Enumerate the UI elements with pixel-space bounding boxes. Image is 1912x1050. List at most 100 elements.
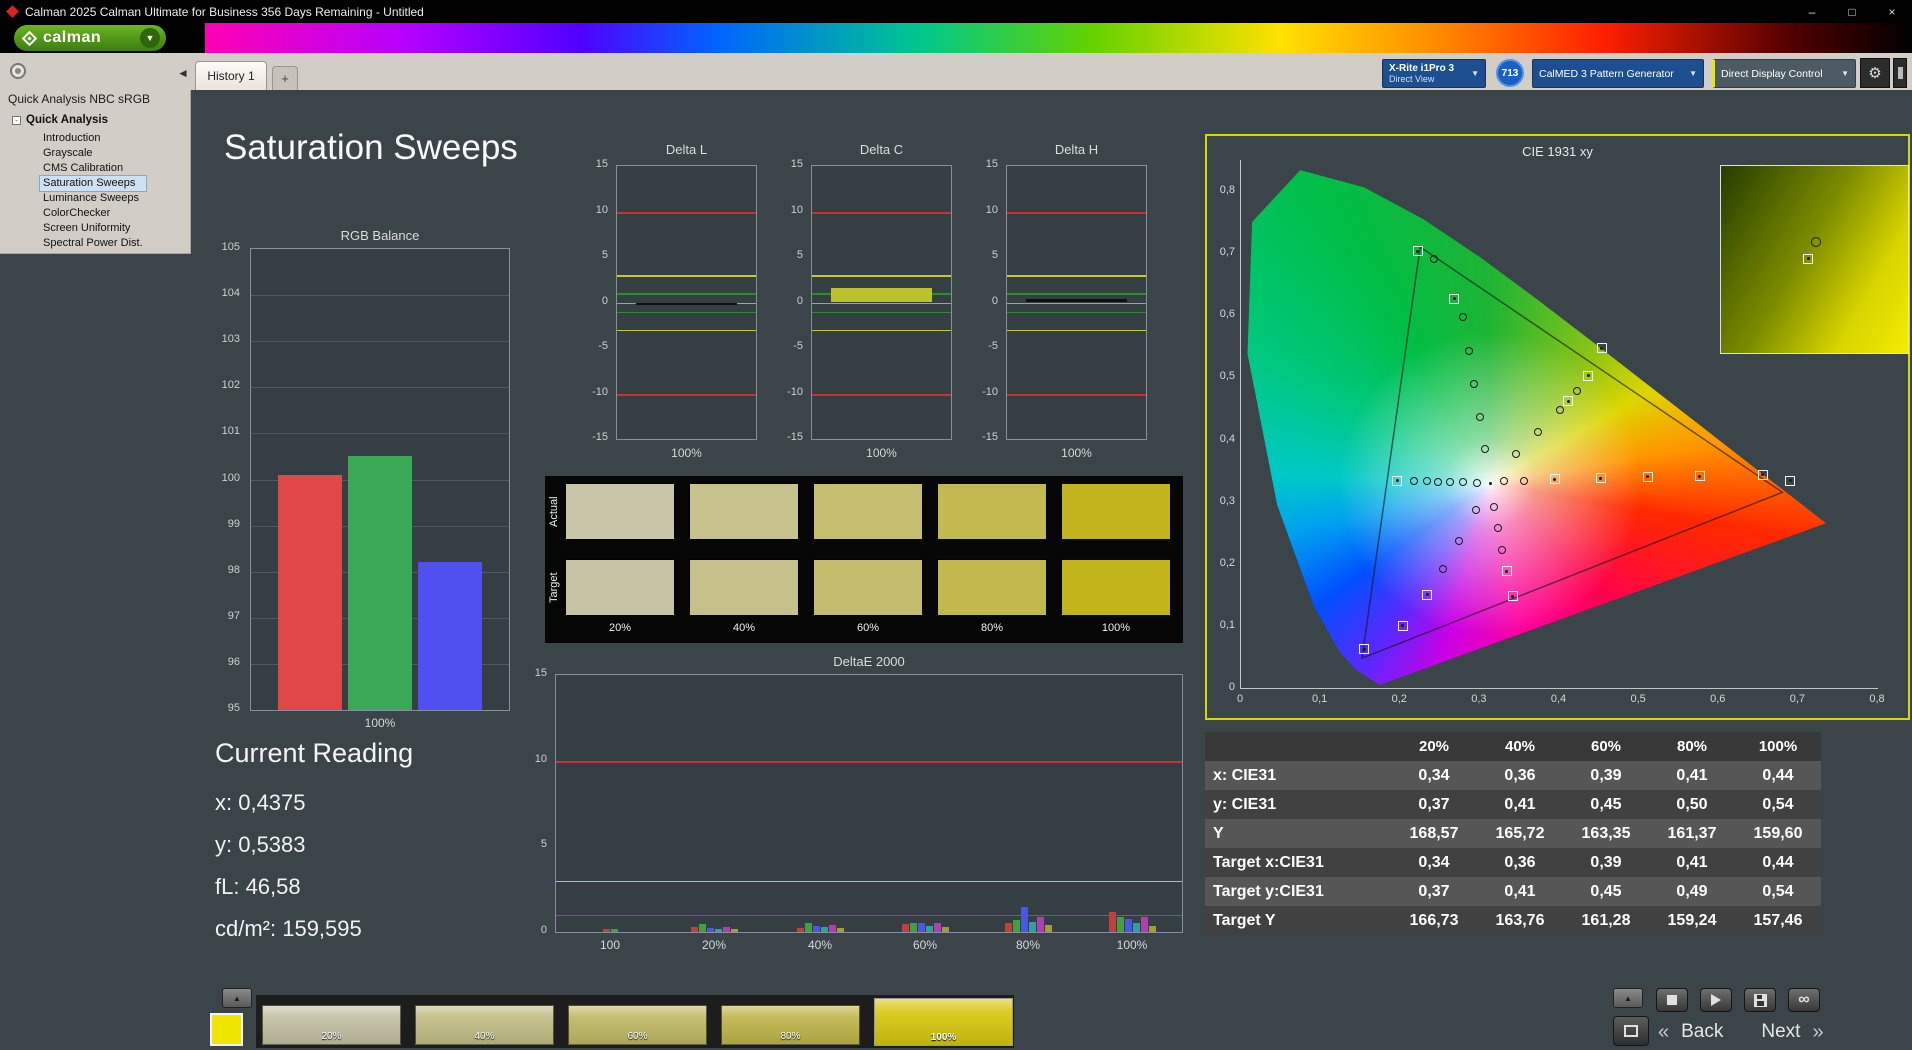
table-cell: 168,57 <box>1409 824 1459 842</box>
table-cell: 0,41 <box>1504 795 1536 813</box>
sidebar-item-screen-uniformity[interactable]: Screen Uniformity <box>40 221 146 236</box>
sidebar-item-introduction[interactable]: Introduction <box>40 131 146 146</box>
pattern-window-expand-button[interactable]: ▲ <box>222 988 252 1008</box>
measured-point <box>1472 479 1481 487</box>
deltae-bar <box>603 929 610 932</box>
measured-point <box>1490 502 1499 511</box>
stop-button[interactable] <box>1656 988 1688 1012</box>
y-tick-label: 0,3 <box>1219 494 1235 507</box>
delta-l-x-label: 100% <box>671 446 702 460</box>
deltae-bar <box>611 928 618 932</box>
display-control-dropdown[interactable]: Direct Display Control ▼ <box>1712 59 1856 88</box>
table-column-header: 60% <box>1590 738 1622 755</box>
chevron-down-icon: ▼ <box>1689 69 1697 78</box>
deltae-bar <box>723 926 730 932</box>
pattern-patch-40%[interactable]: 40% <box>415 1005 554 1045</box>
settings-button[interactable]: ⚙ <box>1860 58 1890 88</box>
table-row-label: Target x:CIE31 <box>1213 853 1324 871</box>
app-icon <box>6 5 19 18</box>
rgb-bar-red <box>278 474 342 710</box>
x-tick-label: 80% <box>1015 938 1041 952</box>
tree-expander-icon[interactable]: - <box>12 115 21 125</box>
sidebar-item-luminance-sweeps[interactable]: Luminance Sweeps <box>40 191 146 206</box>
tab-history-1[interactable]: History 1 <box>195 61 267 90</box>
transport-expand-button[interactable]: ▲ <box>1613 988 1643 1008</box>
y-tick-label: 5 <box>796 249 803 261</box>
active-pattern-swatch[interactable] <box>210 1013 243 1046</box>
minimize-button[interactable]: – <box>1792 0 1832 23</box>
table-cell: 0,39 <box>1590 853 1622 871</box>
pattern-generator-dropdown[interactable]: CalMED 3 Pattern Generator ▼ <box>1532 59 1704 88</box>
sidebar-item-colorchecker[interactable]: ColorChecker <box>40 206 146 221</box>
table-cell: 0,54 <box>1762 795 1794 813</box>
y-tick-label: 15 <box>985 158 998 170</box>
calman-menu-button[interactable]: calman ▼ <box>14 25 166 51</box>
close-button[interactable]: × <box>1872 0 1912 23</box>
next-button[interactable]: Next <box>1761 1021 1800 1043</box>
meter-badge[interactable]: 713 <box>1496 59 1524 87</box>
y-tick-label: 104 <box>221 287 240 300</box>
pattern-patch-100%[interactable]: 100% <box>874 998 1013 1046</box>
table-row-label: x: CIE31 <box>1213 766 1277 784</box>
continuous-measure-button[interactable]: ∞ <box>1788 988 1820 1012</box>
y-tick-label: 15 <box>595 158 608 170</box>
delta-measured-bar <box>1026 298 1127 303</box>
table-cell: 0,36 <box>1504 853 1536 871</box>
table-cell: 157,46 <box>1753 911 1803 929</box>
y-tick-label: 5 <box>991 249 998 261</box>
target-point <box>1595 473 1606 484</box>
y-tick-label: 105 <box>221 241 240 253</box>
table-cell: 161,37 <box>1667 824 1717 842</box>
target-point <box>1694 471 1705 482</box>
back-button[interactable]: Back <box>1681 1021 1723 1043</box>
sidebar-item-grayscale[interactable]: Grayscale <box>40 146 146 161</box>
table-cell: 166,73 <box>1409 911 1459 929</box>
x-tick-label: 0,4 <box>1550 693 1567 705</box>
save-button[interactable] <box>1744 988 1776 1012</box>
play-button[interactable] <box>1700 988 1732 1012</box>
meter-labels: X-Rite i1Pro 3 Direct View <box>1389 63 1454 85</box>
chevron-down-icon[interactable]: ▼ <box>140 28 160 48</box>
deltae-bar <box>918 922 925 932</box>
current-reading-heading: Current Reading <box>215 738 414 768</box>
y-tick-label: 0,1 <box>1219 618 1235 631</box>
x-tick-label: 0,2 <box>1391 693 1407 705</box>
deltae-bar <box>1021 907 1028 932</box>
back-chevron-icon[interactable]: « <box>1658 1021 1669 1044</box>
panel-toggle-button[interactable] <box>1893 58 1907 88</box>
sidebar-item-cms-calibration[interactable]: CMS Calibration <box>40 161 146 176</box>
table-cell: 0,49 <box>1676 882 1708 900</box>
sidebar-item-saturation-sweeps[interactable]: Saturation Sweeps <box>39 175 147 192</box>
rgb-balance-y-axis: 105 104 103 102 101 100 99 98 97 96 95 <box>200 241 244 714</box>
pattern-patch-80%[interactable]: 80% <box>721 1005 860 1045</box>
y-tick-label: 10 <box>595 203 608 216</box>
pattern-patch-20%[interactable]: 20% <box>262 1005 401 1045</box>
tree-items: Introduction Grayscale CMS Calibration Satu… <box>39 131 147 251</box>
next-chevron-icon[interactable]: » <box>1812 1021 1823 1044</box>
limit-line <box>617 393 756 396</box>
y-tick-label: -5 <box>793 340 803 352</box>
y-tick-label: 0 <box>601 294 608 307</box>
sidebar-item-spectral-power-dist-[interactable]: Spectral Power Dist. <box>40 236 146 251</box>
y-tick-label: 0 <box>796 294 803 307</box>
add-tab-button[interactable]: + <box>272 66 298 90</box>
limit-line <box>617 311 756 314</box>
meter-dropdown[interactable]: X-Rite i1Pro 3 Direct View ▼ <box>1382 59 1486 88</box>
maximize-button[interactable]: □ <box>1832 0 1872 23</box>
limit-line <box>812 211 951 214</box>
tree-root-node[interactable]: - Quick Analysis <box>12 114 108 126</box>
y-tick-label: 15 <box>790 158 803 170</box>
table-row: Target y:CIE31 0,37 0,41 0,45 0,49 0,54 <box>1205 877 1821 906</box>
calman-logo-icon <box>21 30 38 46</box>
y-tick-label: 5 <box>601 249 608 261</box>
x-tick-label: 60% <box>912 938 938 952</box>
tab-toolbar-row: ◄ History 1 + X-Rite i1Pro 3 Direct View… <box>0 53 1912 90</box>
limit-line <box>617 275 756 277</box>
panel-pin-button[interactable] <box>10 63 26 79</box>
stop-measurement-button[interactable] <box>1613 1016 1649 1046</box>
sidebar-collapse-button[interactable]: ◄ <box>172 62 194 84</box>
y-tick-label: 0,4 <box>1219 432 1235 445</box>
table-cell: 0,45 <box>1590 882 1622 900</box>
deltae-bar <box>1045 925 1052 932</box>
pattern-patch-60%[interactable]: 60% <box>568 1005 707 1045</box>
